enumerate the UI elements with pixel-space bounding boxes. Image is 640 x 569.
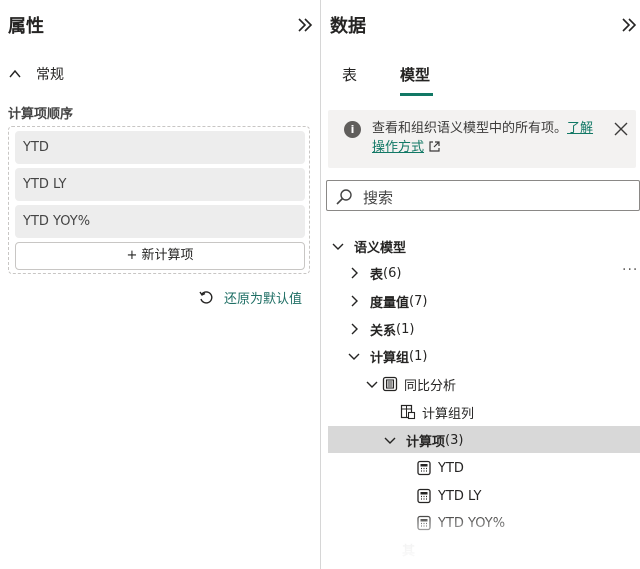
tree-item-relationships[interactable]: 关系 (1): [346, 316, 414, 342]
tree-calc-item-label: YTD LY: [438, 488, 482, 504]
calc-group-icon: [382, 376, 398, 392]
search-placeholder: 搜索: [363, 189, 394, 207]
tree-root-label: 语义模型: [354, 240, 407, 256]
search-input[interactable]: 搜索: [326, 180, 640, 211]
calc-column-icon: [400, 404, 416, 420]
close-icon[interactable]: [613, 121, 629, 137]
chevron-down-icon: [332, 243, 344, 250]
tree-calc-items-label: 计算项: [406, 434, 446, 450]
more-options-icon[interactable]: ···: [622, 262, 638, 278]
chevron-down-icon: [348, 353, 360, 360]
reset-icon: [199, 290, 213, 304]
tab-model[interactable]: 模型: [400, 64, 430, 85]
calc-item-icon: [417, 488, 431, 504]
reset-default-label: 还原为默认值: [224, 292, 303, 307]
tree-calc-item[interactable]: YTD: [416, 455, 464, 481]
calc-item-order-list: YTD YTD LY YTD YOY% + 新计算项: [8, 126, 310, 274]
tree-calc-item-label: YTD: [438, 460, 464, 476]
reset-default-button[interactable]: 还原为默认值: [198, 288, 302, 307]
active-tab-indicator: [400, 93, 433, 96]
calc-item-icon: [417, 515, 431, 531]
tree-item-tables[interactable]: 表 (6): [346, 260, 401, 286]
tree-relationships-label: 关系: [370, 323, 397, 339]
chevron-down-icon: [384, 437, 396, 444]
tree-measures-count: (7): [409, 293, 428, 309]
tree-relationships-count: (1): [396, 321, 415, 337]
section-general-toggle[interactable]: 常规: [8, 62, 308, 86]
tree-item-calc-group-column[interactable]: 计算组列: [400, 399, 474, 425]
tree-item-measures[interactable]: 度量值 (7): [346, 288, 427, 314]
tree-calc-items-count: (3): [445, 432, 464, 448]
tree-tables-count: (6): [383, 265, 402, 281]
new-calc-item-button[interactable]: + 新计算项: [15, 242, 305, 270]
tree-item-calc-group-yoy[interactable]: 同比分析: [364, 371, 456, 397]
info-text: 查看和组织语义模型中的所有项。了解操作方式: [372, 119, 602, 157]
calc-item-icon: [417, 460, 431, 476]
selected-row-highlight: [328, 426, 640, 453]
collapse-properties-button[interactable]: [296, 16, 314, 34]
calc-order-item[interactable]: YTD: [15, 131, 305, 164]
tree-calc-group-name: 同比分析: [404, 378, 457, 394]
chevron-right-icon: [351, 267, 358, 279]
data-pane: 数据 表 模型 i 查看和组织语义模型中的所有项。了解操作方式 搜索 语义模型 …: [322, 0, 640, 569]
data-title: 数据: [330, 16, 366, 37]
chevron-up-icon: [9, 69, 21, 78]
chevron-down-icon: [366, 381, 378, 388]
collapse-data-button[interactable]: [620, 16, 638, 34]
tree-calc-item-label: YTD YOY%: [438, 515, 506, 531]
tree-item-calc-groups[interactable]: 计算组 (1): [346, 343, 427, 369]
chevron-right-icon: [351, 295, 358, 307]
calc-order-item[interactable]: YTD LY: [15, 168, 305, 201]
calc-order-item[interactable]: YTD YOY%: [15, 205, 305, 238]
chevron-double-right-icon: [298, 18, 313, 32]
tree-root-semantic-model[interactable]: 语义模型: [330, 233, 406, 259]
tree-item-partial: 其: [402, 544, 416, 559]
tree-item-calc-items[interactable]: 计算项 (3): [382, 427, 463, 453]
tree-measures-label: 度量值: [370, 295, 410, 311]
tree-calc-item[interactable]: YTD LY: [416, 483, 481, 509]
tab-table[interactable]: 表: [342, 64, 357, 85]
tree-calc-group-column-label: 计算组列: [422, 406, 475, 422]
tree-calc-groups-label: 计算组: [370, 350, 410, 366]
info-banner: i 查看和组织语义模型中的所有项。了解操作方式: [328, 110, 636, 168]
tree-calc-item[interactable]: YTD YOY%: [416, 510, 505, 536]
tree-tables-label: 表: [370, 267, 384, 283]
tree-calc-groups-count: (1): [409, 348, 428, 364]
external-link-icon: [429, 141, 440, 152]
calc-order-title: 计算项顺序: [8, 107, 74, 122]
chevron-double-right-icon: [622, 18, 637, 32]
properties-title: 属性: [8, 16, 44, 37]
info-icon: i: [344, 121, 361, 138]
search-icon: [336, 189, 352, 205]
info-message: 查看和组织语义模型中的所有项。: [372, 121, 568, 136]
chevron-right-icon: [351, 323, 358, 335]
properties-pane: 属性 常规 计算项顺序 YTD YTD LY YTD YOY% + 新计算项 还…: [0, 0, 321, 569]
section-general-label: 常规: [36, 67, 64, 83]
